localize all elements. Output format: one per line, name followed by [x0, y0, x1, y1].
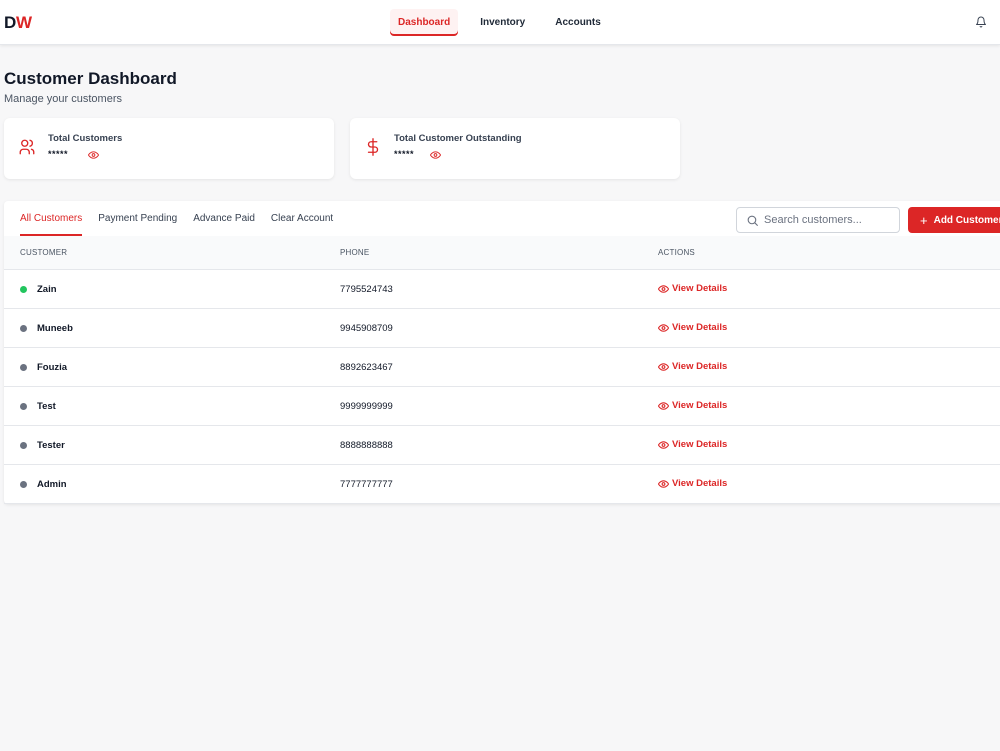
nav-accounts[interactable]: Accounts: [547, 9, 609, 36]
column-header-customer: CUSTOMER: [20, 248, 68, 257]
page-subtitle: Manage your customers: [4, 93, 122, 105]
status-dot: [20, 442, 27, 449]
view-details-link[interactable]: View Details: [658, 478, 727, 489]
view-details-label: View Details: [672, 400, 728, 411]
status-dot: [20, 403, 27, 410]
view-details-link[interactable]: View Details: [658, 439, 727, 450]
main-nav: Dashboard Inventory Accounts: [390, 9, 609, 36]
plus-icon: +: [920, 212, 928, 228]
nav-dashboard[interactable]: Dashboard: [390, 9, 459, 36]
stat-value: *****: [48, 149, 69, 159]
table-header: CUSTOMER PHONE ACTIONS: [4, 236, 1000, 270]
stat-label: Total Customer Outstanding: [394, 133, 522, 144]
table-row: Fouzia 8892623467 View Details: [4, 348, 1000, 387]
page-title: Customer Dashboard: [4, 69, 177, 88]
stat-card-total-outstanding: Total Customer Outstanding *****: [350, 118, 680, 179]
eye-icon: [658, 401, 669, 410]
view-details-link[interactable]: View Details: [658, 361, 727, 372]
stat-label: Total Customers: [48, 133, 123, 144]
stat-value: *****: [394, 149, 415, 159]
status-dot: [20, 364, 27, 371]
view-details-link[interactable]: View Details: [658, 283, 727, 294]
view-details-label: View Details: [672, 361, 728, 372]
customer-phone: 8888888888: [340, 440, 393, 451]
table-row: Test 9999999999 View Details: [4, 387, 1000, 426]
view-details-link[interactable]: View Details: [658, 400, 727, 411]
status-dot: [20, 325, 27, 332]
customer-phone: 8892623467: [340, 362, 393, 373]
users-icon: [19, 139, 35, 155]
table-row: Tester 8888888888 View Details: [4, 426, 1000, 465]
add-customer-button[interactable]: + Add Customer: [908, 207, 1000, 233]
view-details-label: View Details: [672, 439, 728, 450]
tab-all-customers[interactable]: All Customers: [20, 213, 83, 236]
brand-logo[interactable]: DW: [4, 13, 32, 33]
customer-name: Fouzia: [37, 362, 68, 373]
customers-panel: All Customers Payment Pending Advance Pa…: [4, 201, 1000, 504]
customer-name: Test: [37, 401, 56, 412]
view-details-link[interactable]: View Details: [658, 322, 727, 333]
filter-tabs: All Customers Payment Pending Advance Pa…: [20, 213, 349, 236]
customer-phone: 7777777777: [340, 479, 393, 490]
eye-icon: [658, 440, 669, 449]
column-header-phone: PHONE: [340, 248, 370, 257]
table-row: Muneeb 9945908709 View Details: [4, 309, 1000, 348]
tab-advance-paid[interactable]: Advance Paid: [193, 213, 255, 236]
brand-letter-d: D: [4, 13, 16, 32]
view-details-label: View Details: [672, 322, 728, 333]
brand-letter-w: W: [15, 13, 32, 32]
stat-card-total-customers: Total Customers *****: [4, 118, 334, 179]
view-details-label: View Details: [672, 478, 728, 489]
search-icon: [747, 215, 758, 226]
eye-icon: [658, 323, 669, 332]
table-row: Zain 7795524743 View Details: [4, 270, 1000, 309]
dollar-icon: [367, 138, 379, 156]
customer-name: Admin: [37, 479, 67, 490]
customer-name: Zain: [37, 284, 57, 295]
nav-inventory[interactable]: Inventory: [472, 9, 533, 36]
table-row: Admin 7777777777 View Details: [4, 465, 1000, 504]
tab-payment-pending[interactable]: Payment Pending: [98, 213, 177, 236]
eye-icon: [658, 362, 669, 371]
customer-name: Muneeb: [37, 323, 73, 334]
tab-clear-account[interactable]: Clear Account: [271, 213, 333, 236]
customer-name: Tester: [37, 440, 65, 451]
status-dot: [20, 481, 27, 488]
search-box: [736, 207, 900, 233]
view-details-label: View Details: [672, 283, 728, 294]
add-customer-label: Add Customer: [933, 214, 1000, 226]
customer-phone: 7795524743: [340, 284, 393, 295]
eye-icon: [658, 479, 669, 488]
column-header-actions: ACTIONS: [658, 248, 695, 257]
customer-phone: 9999999999: [340, 401, 393, 412]
bell-icon[interactable]: [975, 15, 987, 29]
search-input[interactable]: [764, 212, 894, 228]
customer-phone: 9945908709: [340, 323, 393, 334]
eye-icon[interactable]: [88, 151, 99, 159]
eye-icon: [658, 284, 669, 293]
status-dot: [20, 286, 27, 293]
top-navigation-bar: DW Dashboard Inventory Accounts: [0, 0, 1000, 45]
eye-icon[interactable]: [430, 151, 441, 159]
